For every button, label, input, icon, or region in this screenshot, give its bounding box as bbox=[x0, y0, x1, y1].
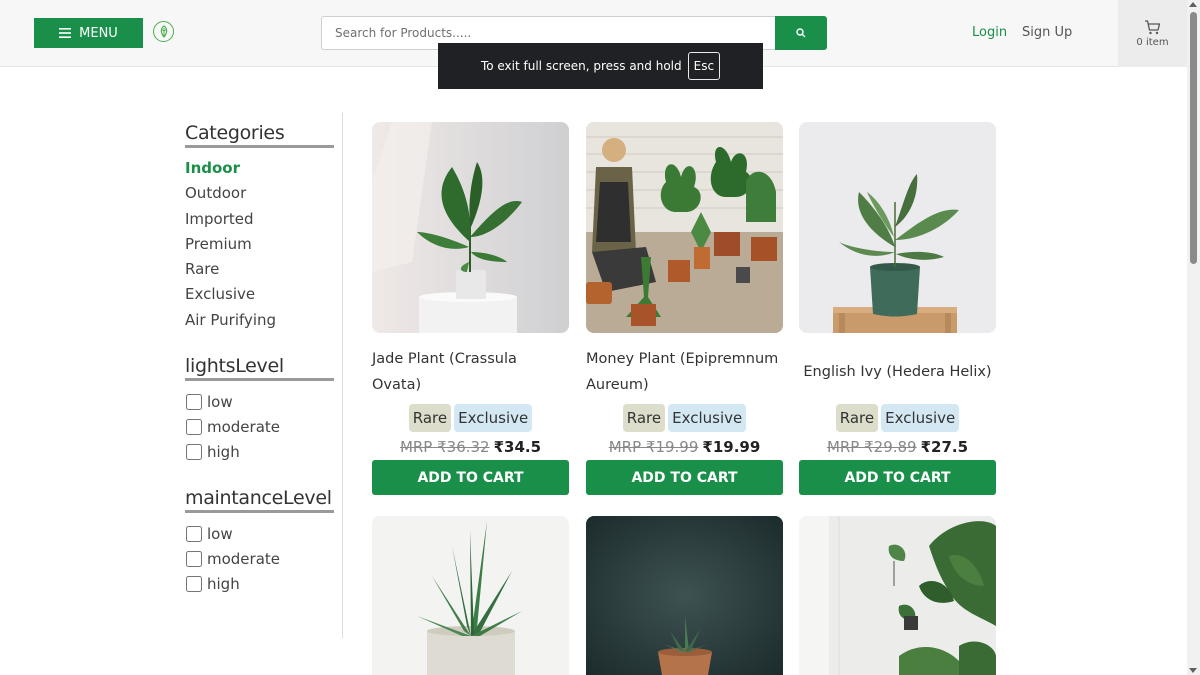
mrp-price: MRP ₹19.99 bbox=[608, 438, 699, 456]
product-name[interactable]: Jade Plant (Crassula Ovata) bbox=[372, 347, 569, 398]
lights-low-checkbox[interactable] bbox=[186, 393, 202, 410]
hamburger-icon bbox=[59, 28, 72, 38]
maintenance-low-option[interactable]: low bbox=[185, 521, 335, 546]
login-link[interactable]: Login bbox=[972, 25, 1007, 40]
maintenance-high-option[interactable]: high bbox=[185, 572, 335, 597]
scroll-down-arrow[interactable] bbox=[1189, 668, 1197, 673]
lights-high-option[interactable]: high bbox=[185, 440, 335, 465]
category-item-imported[interactable]: Imported bbox=[185, 207, 335, 232]
menu-button[interactable]: MENU bbox=[34, 18, 143, 48]
category-list: Indoor Outdoor Imported Premium Rare Exc… bbox=[185, 156, 335, 333]
add-to-cart-button[interactable]: ADD TO CART bbox=[372, 460, 569, 495]
sidebar-divider bbox=[342, 113, 343, 638]
rare-tag: Rare bbox=[835, 404, 879, 432]
product-image[interactable] bbox=[586, 516, 783, 675]
product-image[interactable] bbox=[372, 122, 569, 333]
categories-heading: Categories bbox=[185, 122, 334, 148]
search-icon bbox=[796, 28, 806, 38]
category-item-indoor[interactable]: Indoor bbox=[185, 156, 335, 181]
cart-count: 0 item bbox=[1136, 36, 1169, 48]
maintenance-low-label: low bbox=[207, 524, 233, 543]
lights-high-label: high bbox=[207, 443, 240, 462]
product-image[interactable] bbox=[799, 122, 996, 333]
lights-level-heading: lightsLevel bbox=[185, 355, 334, 382]
leaf-logo-icon[interactable] bbox=[153, 21, 174, 42]
mrp-price: MRP ₹29.89 bbox=[826, 438, 917, 456]
lights-level-filter: lightsLevel low moderate high bbox=[185, 355, 335, 465]
sale-price: ₹27.5 bbox=[920, 438, 969, 456]
product-card bbox=[799, 516, 996, 675]
product-name[interactable]: Money Plant (Epipremnum Aureum) bbox=[586, 347, 783, 398]
lights-high-checkbox[interactable] bbox=[186, 444, 202, 461]
fullscreen-exit-notice: To exit full screen, press and hold Esc bbox=[438, 43, 763, 89]
sale-price: ₹19.99 bbox=[702, 438, 761, 456]
product-card bbox=[586, 516, 783, 675]
filter-sidebar: Categories Indoor Outdoor Imported Premi… bbox=[185, 122, 335, 597]
maintenance-moderate-option[interactable]: moderate bbox=[185, 546, 335, 571]
price-row: MRP ₹29.89 ₹27.5 bbox=[799, 438, 996, 456]
exclusive-tag: Exclusive bbox=[454, 404, 533, 432]
product-image[interactable] bbox=[799, 516, 996, 675]
sale-price: ₹34.5 bbox=[493, 438, 542, 456]
lights-moderate-checkbox[interactable] bbox=[186, 419, 202, 436]
signup-link[interactable]: Sign Up bbox=[1022, 25, 1072, 40]
category-item-outdoor[interactable]: Outdoor bbox=[185, 181, 335, 206]
lights-moderate-label: moderate bbox=[207, 418, 281, 437]
category-item-exclusive[interactable]: Exclusive bbox=[185, 282, 335, 307]
page-scrollbar[interactable] bbox=[1187, 0, 1200, 675]
maintenance-high-checkbox[interactable] bbox=[186, 576, 202, 593]
scroll-thumb[interactable] bbox=[1190, 12, 1197, 264]
rare-tag: Rare bbox=[622, 404, 666, 432]
product-image[interactable] bbox=[586, 122, 783, 333]
cart-icon bbox=[1145, 19, 1161, 34]
maintenance-moderate-checkbox[interactable] bbox=[186, 550, 202, 567]
menu-label: MENU bbox=[79, 25, 118, 41]
product-card: English Ivy (Hedera Helix) Rare Exclusiv… bbox=[799, 122, 996, 495]
add-to-cart-button[interactable]: ADD TO CART bbox=[586, 460, 783, 495]
scroll-up-arrow[interactable] bbox=[1189, 2, 1197, 7]
lights-low-option[interactable]: low bbox=[185, 389, 335, 414]
category-item-rare[interactable]: Rare bbox=[185, 257, 335, 282]
mrp-price: MRP ₹36.32 bbox=[399, 438, 490, 456]
rare-tag: Rare bbox=[408, 404, 452, 432]
product-tags: Rare Exclusive bbox=[586, 404, 783, 432]
product-tags: Rare Exclusive bbox=[372, 404, 569, 432]
cart-button[interactable]: 0 item bbox=[1118, 0, 1187, 67]
maintenance-level-heading: maintanceLevel bbox=[185, 487, 334, 513]
product-card bbox=[372, 516, 569, 675]
maintenance-high-label: high bbox=[207, 575, 240, 594]
exclusive-tag: Exclusive bbox=[668, 404, 747, 432]
maintenance-moderate-label: moderate bbox=[207, 549, 281, 568]
maintenance-level-filter: maintanceLevel low moderate high bbox=[185, 487, 335, 597]
lights-moderate-option[interactable]: moderate bbox=[185, 414, 335, 439]
product-name[interactable]: English Ivy (Hedera Helix) bbox=[799, 347, 996, 398]
exclusive-tag: Exclusive bbox=[881, 404, 960, 432]
price-row: MRP ₹19.99 ₹19.99 bbox=[586, 438, 783, 456]
maintenance-low-checkbox[interactable] bbox=[186, 525, 202, 542]
fullscreen-notice-text: To exit full screen, press and hold bbox=[480, 59, 682, 73]
search-button[interactable] bbox=[775, 16, 827, 50]
product-card: Money Plant (Epipremnum Aureum) Rare Exc… bbox=[586, 122, 783, 495]
lights-low-label: low bbox=[207, 392, 233, 411]
product-tags: Rare Exclusive bbox=[799, 404, 996, 432]
add-to-cart-button[interactable]: ADD TO CART bbox=[799, 460, 996, 495]
esc-key-badge: Esc bbox=[687, 52, 721, 80]
product-image[interactable] bbox=[372, 516, 569, 675]
product-card: Jade Plant (Crassula Ovata) Rare Exclusi… bbox=[372, 122, 569, 495]
category-item-air-purifying[interactable]: Air Purifying bbox=[185, 308, 335, 333]
price-row: MRP ₹36.32 ₹34.5 bbox=[372, 438, 569, 456]
category-item-premium[interactable]: Premium bbox=[185, 232, 335, 257]
